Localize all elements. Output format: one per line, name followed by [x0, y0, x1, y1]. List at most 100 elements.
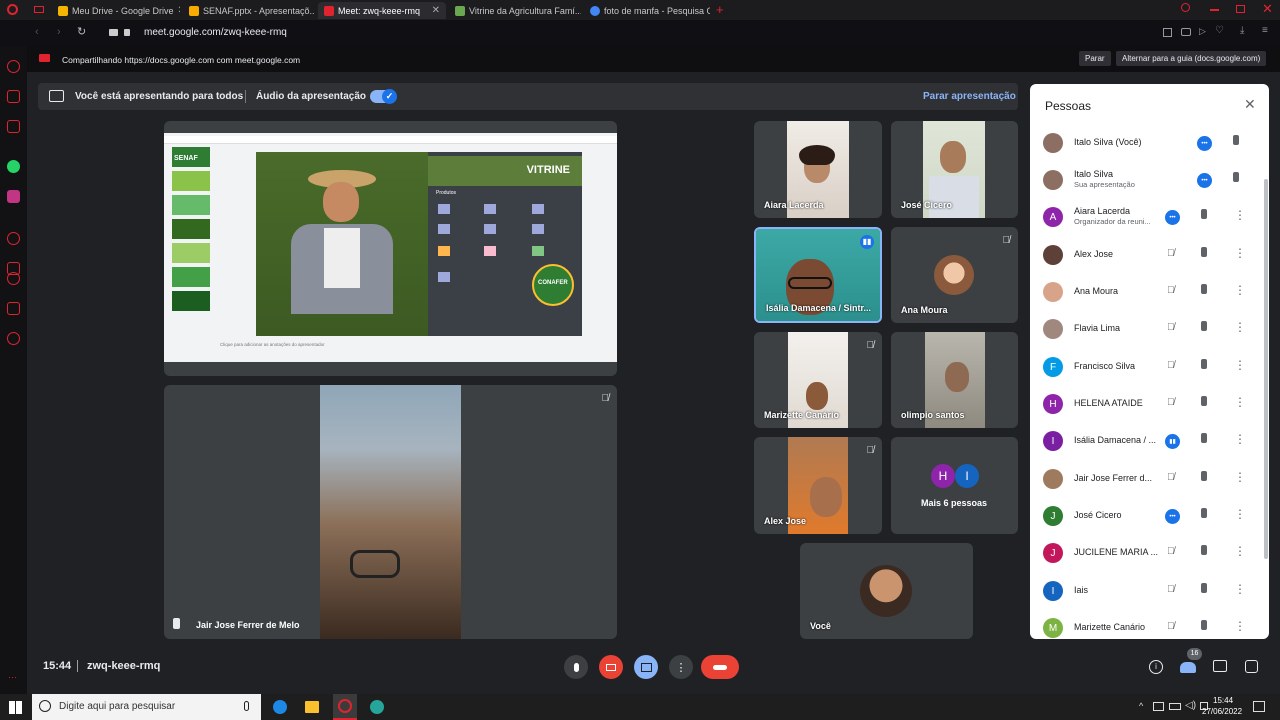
clock-icon[interactable] [7, 272, 20, 285]
instagram-icon[interactable] [7, 190, 20, 203]
close-panel-icon[interactable]: ✕ [1244, 96, 1256, 113]
bookmark-icon[interactable]: ♡ [1215, 25, 1224, 36]
more-vert-icon[interactable]: ⋮ [1234, 283, 1246, 297]
whatsapp-icon[interactable] [7, 160, 20, 173]
menu-icon[interactable]: ≡ [1262, 25, 1268, 36]
stop-sharing-button[interactable]: Parar [1079, 51, 1111, 66]
mic-off-icon[interactable]: 🎙̸ [1167, 322, 1175, 333]
person-row[interactable]: I Iais 🎙̸ ⋮ [1030, 574, 1269, 611]
close-tab-icon[interactable]: ✕ [432, 5, 440, 16]
thumbnail[interactable] [172, 219, 210, 239]
edge-dev-icon[interactable] [370, 700, 384, 714]
forward-icon[interactable]: › [57, 26, 61, 38]
participant-tile-active[interactable]: ▮▮ Isália Damacena / Sintr... [754, 227, 882, 323]
pin-icon[interactable] [1201, 321, 1207, 331]
player-icon[interactable]: ▷ [1199, 26, 1206, 37]
meeting-info-icon[interactable]: i [1149, 660, 1163, 674]
camera-off-button[interactable] [599, 655, 623, 679]
more-vert-icon[interactable]: ⋮ [1234, 582, 1246, 596]
audio-toggle[interactable]: ✓ [370, 89, 397, 104]
more-vert-icon[interactable]: ⋮ [1234, 432, 1246, 446]
speaker-tile[interactable]: Jair Jose Ferrer de Melo 🎙̸ [164, 385, 617, 639]
download-icon[interactable]: ⤓ [1240, 25, 1244, 36]
self-tile[interactable]: Você [800, 543, 973, 639]
restore-icon[interactable] [1236, 5, 1245, 13]
more-sidebar-icon[interactable]: ··· [8, 672, 17, 682]
pin-icon[interactable] [1201, 583, 1207, 593]
pin-icon[interactable] [1201, 396, 1207, 406]
close-window-icon[interactable]: ✕ [1262, 1, 1273, 17]
more-vert-icon[interactable]: ⋮ [1234, 395, 1246, 409]
person-row[interactable]: Ana Moura 🎙̸ ⋮ [1030, 275, 1269, 312]
person-row[interactable]: Jair Jose Ferrer d... 🎙̸ ⋮ [1030, 462, 1269, 499]
person-row[interactable]: F Francisco Silva 🎙̸ ⋮ [1030, 350, 1269, 387]
pin-icon[interactable] [1201, 209, 1207, 219]
thumbnail[interactable] [172, 267, 210, 287]
mic-off-icon[interactable]: 🎙̸ [1167, 546, 1175, 557]
more-actions-icon[interactable]: ••• [1165, 509, 1180, 524]
pin-icon[interactable] [1201, 433, 1207, 443]
leave-call-button[interactable] [701, 655, 739, 679]
settings-icon[interactable] [7, 332, 20, 345]
microphone-button[interactable] [564, 655, 588, 679]
pin-icon[interactable] [173, 618, 180, 629]
windows-start-icon[interactable] [9, 701, 22, 714]
person-row[interactable]: M Marizette Canário 🎙̸ ⋮ [1030, 611, 1269, 639]
pin-icon[interactable] [1201, 247, 1207, 257]
participant-tile[interactable]: José Cicero [891, 121, 1018, 218]
url-field[interactable]: meet.google.com/zwq-keee-rmq [144, 27, 287, 38]
opera-logo-icon[interactable] [7, 4, 18, 15]
pin-icon[interactable] [1233, 172, 1239, 182]
mic-icon[interactable] [244, 701, 249, 711]
more-vert-icon[interactable]: ⋮ [1234, 320, 1246, 334]
mic-off-icon[interactable]: 🎙̸ [1167, 248, 1175, 259]
mic-off-icon[interactable]: 🎙̸ [1167, 285, 1175, 296]
player-sidebar-icon[interactable] [7, 232, 20, 245]
more-actions-icon[interactable]: ••• [1165, 210, 1180, 225]
search-tabs-icon[interactable] [1181, 3, 1190, 12]
thumbnail[interactable] [172, 171, 210, 191]
pin-icon[interactable] [1201, 620, 1207, 630]
chat-icon[interactable] [1213, 660, 1227, 672]
extensions-icon[interactable] [1163, 28, 1172, 37]
thumbnail[interactable] [172, 291, 210, 311]
more-vert-icon[interactable]: ⋮ [1234, 507, 1246, 521]
present-button[interactable] [634, 655, 658, 679]
person-row[interactable]: Flavia Lima 🎙̸ ⋮ [1030, 312, 1269, 349]
participant-tile[interactable]: Aiara Lacerda [754, 121, 882, 218]
more-options-button[interactable]: ⋮ [669, 655, 693, 679]
person-row[interactable]: Italo Silva (Você) ••• [1030, 126, 1269, 163]
stop-presenting-link[interactable]: Parar apresentação [923, 91, 1016, 102]
participant-tile[interactable]: olimpio santos [891, 332, 1018, 428]
person-row[interactable]: I Isália Damacena / ... ▮▮ ⋮ [1030, 424, 1269, 461]
pin-icon[interactable] [1201, 471, 1207, 481]
tab-icon[interactable] [34, 6, 44, 13]
speaker-notes[interactable]: Clique para adicionar as anotações do ap… [220, 342, 325, 347]
person-row[interactable]: H HELENA ATAIDE 🎙̸ ⋮ [1030, 387, 1269, 424]
pin-icon[interactable] [1201, 545, 1207, 555]
tab-senaf-slides[interactable]: SENAF.pptx - Apresentaçõ... ✕ [183, 2, 315, 19]
more-actions-icon[interactable]: ••• [1197, 173, 1212, 188]
tab-google-search[interactable]: foto de manfa - Pesquisa G... ✕ [584, 2, 710, 19]
taskbar-search[interactable]: Digite aqui para pesquisar [32, 694, 261, 720]
people-button[interactable] [1180, 662, 1196, 673]
edge-icon[interactable] [273, 700, 287, 714]
more-people-tile[interactable]: H I Mais 6 pessoas [891, 437, 1018, 534]
close-tab-icon[interactable]: ✕ [178, 5, 180, 16]
person-row[interactable]: A Aiara Lacerda Organizador da reuni... •••… [1030, 200, 1269, 237]
person-row[interactable]: Italo Silva Sua apresentação ••• [1030, 163, 1269, 200]
switch-tab-button[interactable]: Alternar para a guia (docs.google.com) [1116, 51, 1267, 66]
person-row[interactable]: J JUCILENE MARIA ... 🎙̸ ⋮ [1030, 536, 1269, 573]
mic-off-icon[interactable]: 🎙̸ [1167, 621, 1175, 632]
reload-icon[interactable]: ↻ [77, 25, 86, 38]
snapshot-icon[interactable] [1181, 28, 1191, 36]
more-vert-icon[interactable]: ⋮ [1234, 358, 1246, 372]
thumbnail[interactable] [172, 195, 210, 215]
participant-tile[interactable]: 🎙̸ Marizette Canário [754, 332, 882, 428]
bag-icon[interactable] [7, 90, 20, 103]
network-icon[interactable] [1153, 702, 1164, 711]
volume-icon[interactable]: ◁) [1185, 700, 1196, 711]
activities-icon[interactable] [1245, 660, 1258, 673]
speed-dial-icon[interactable] [7, 60, 20, 73]
more-vert-icon[interactable]: ⋮ [1234, 619, 1246, 633]
